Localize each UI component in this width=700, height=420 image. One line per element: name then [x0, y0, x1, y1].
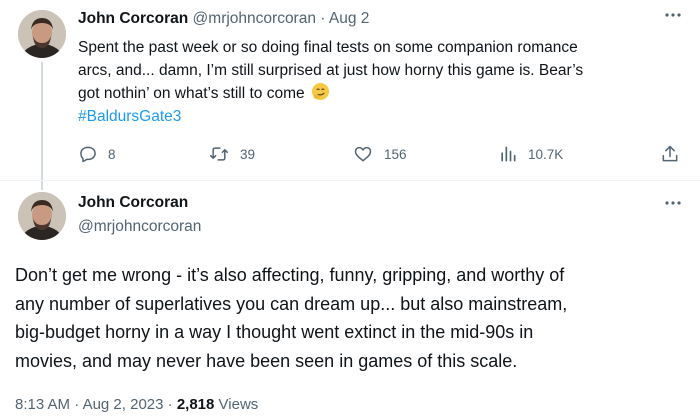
meta-separator: ·: [74, 396, 80, 413]
tweet-time[interactable]: 8:13 AM: [15, 396, 70, 413]
tweet1-body: Spent the past week or so doing final te…: [78, 36, 688, 128]
tweet-divider: [0, 180, 700, 181]
tweet-meta: 8:13 AM · Aug 2, 2023 · 2,818 Views: [15, 396, 258, 413]
like-button[interactable]: 156: [352, 140, 407, 168]
meta-separator: ·: [167, 396, 173, 413]
views-count: 10.7K: [528, 146, 564, 162]
tweet1-line-text: got nothin’ on what’s still to come: [78, 85, 305, 102]
tweet1-actions: 8 39 156 10.7K: [78, 140, 690, 168]
views-icon: [501, 146, 516, 162]
tweet2-line: Don’t get me wrong - it’s also affecting…: [15, 265, 565, 285]
views-label: Views: [218, 396, 259, 413]
tweet-date[interactable]: Aug 2: [329, 10, 370, 27]
header-separator: ·: [320, 10, 326, 27]
share-icon: [662, 145, 678, 162]
author-handle[interactable]: @mrjohncorcoran: [78, 218, 201, 236]
avatar[interactable]: [18, 192, 66, 240]
smirk-emoji-icon: [311, 82, 329, 101]
more-icon[interactable]: [664, 194, 682, 217]
like-count: 156: [384, 146, 407, 162]
retweet-count: 39: [240, 146, 256, 162]
tweet2-line: movies, and may never have been seen in …: [15, 350, 518, 371]
tweet1-line: arcs, and... damn, I’m still surprised a…: [78, 62, 584, 79]
tweet2-body: Don’t get me wrong - it’s also affecting…: [15, 261, 695, 375]
more-icon[interactable]: [664, 6, 682, 29]
reply-icon: [80, 146, 96, 163]
reply-count: 8: [108, 146, 116, 162]
views-button[interactable]: 10.7K: [498, 140, 563, 168]
hashtag-link[interactable]: #BaldursGate3: [78, 105, 688, 128]
avatar-photo: [18, 192, 66, 240]
tweet1-line: Spent the past week or so doing final te…: [78, 39, 578, 56]
tweet1-header: John Corcoran @mrjohncorcoran · Aug 2: [78, 10, 369, 28]
views-total: 2,818: [176, 396, 215, 413]
author-handle[interactable]: @mrjohncorcoran: [193, 10, 316, 27]
author-name[interactable]: John Corcoran: [78, 10, 188, 27]
avatar[interactable]: [18, 10, 66, 58]
share-button[interactable]: [660, 140, 680, 168]
avatar-photo: [18, 10, 66, 58]
tweet-full-date[interactable]: Aug 2, 2023: [83, 396, 164, 413]
reply-button[interactable]: 8: [78, 140, 116, 168]
tweet1-line: got nothin’ on what’s still to come: [78, 82, 688, 105]
author-name[interactable]: John Corcoran: [78, 194, 188, 212]
thread-line: [41, 62, 43, 190]
tweet2-line: big-budget horny in a way I thought went…: [15, 322, 534, 342]
retweet-icon: [209, 147, 229, 161]
like-icon: [354, 146, 372, 162]
tweet2-line: any number of superlatives you can dream…: [15, 293, 568, 314]
retweet-button[interactable]: 39: [208, 140, 255, 168]
